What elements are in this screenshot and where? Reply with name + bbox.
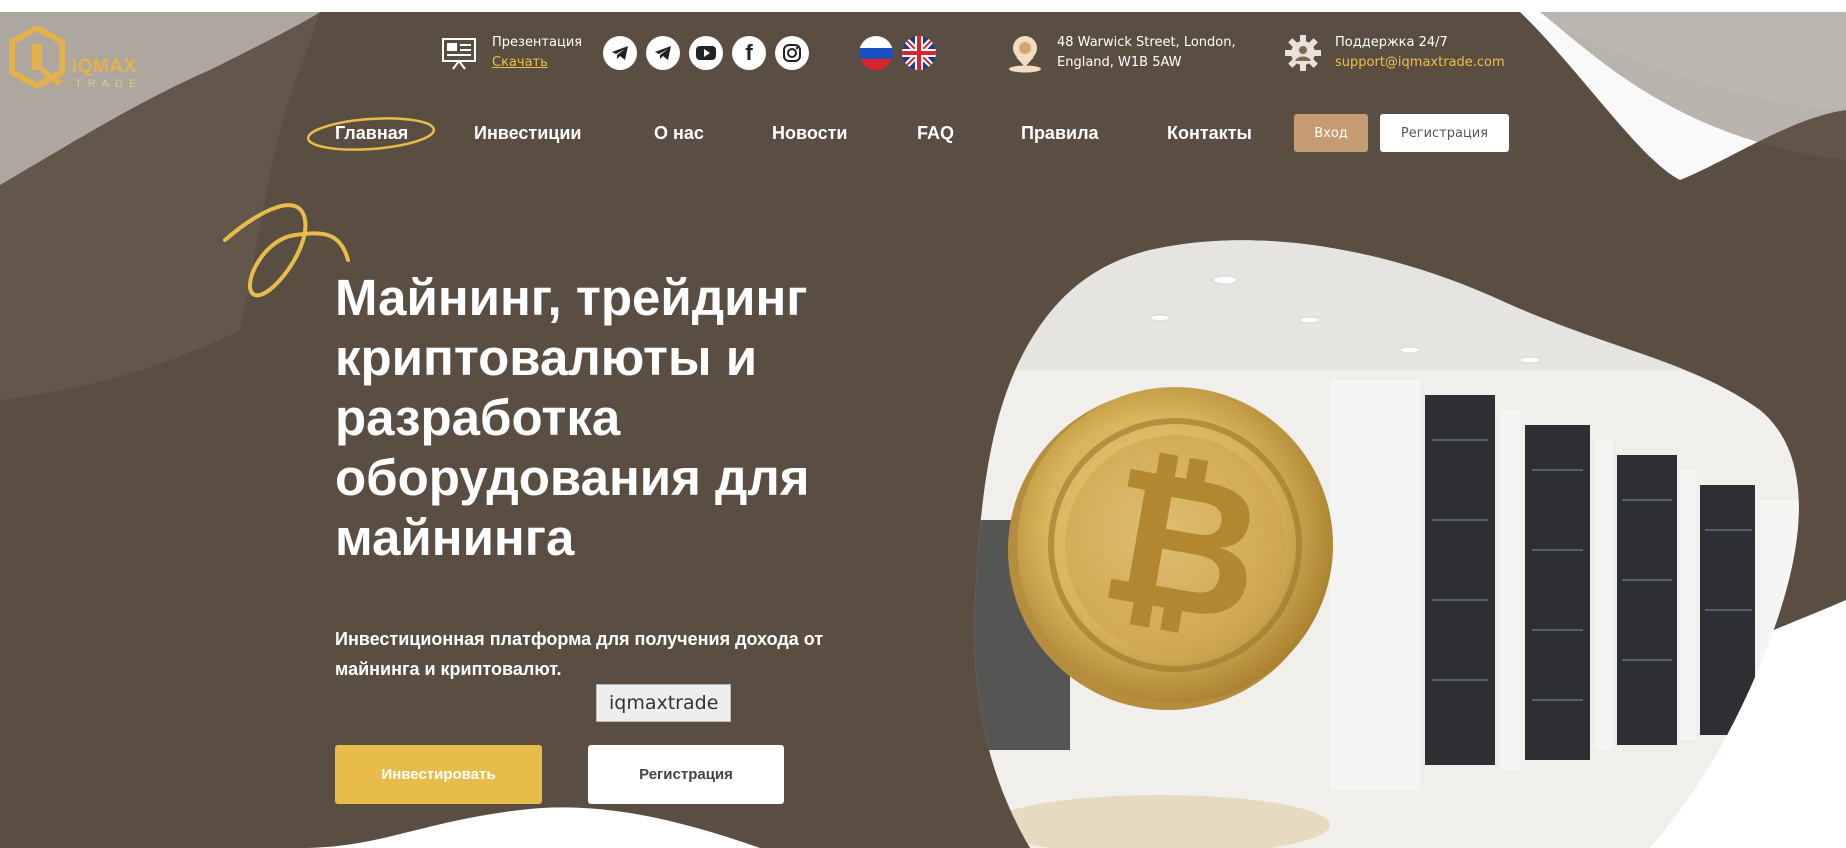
nav-home[interactable]: Главная — [335, 123, 408, 144]
instagram-icon[interactable] — [775, 36, 809, 70]
address-line-2: England, W1B 5AW — [1057, 55, 1182, 70]
uk-flag-icon[interactable] — [902, 36, 936, 70]
nav-faq[interactable]: FAQ — [917, 123, 954, 144]
iqmax-logo[interactable]: IQMAX TRADE — [8, 24, 158, 96]
register-button[interactable]: Регистрация — [588, 745, 784, 804]
youtube-icon[interactable] — [689, 36, 723, 70]
address-line-1: 48 Warwick Street, London, — [1057, 35, 1236, 50]
russia-flag-icon[interactable] — [859, 36, 893, 70]
nav-about[interactable]: О нас — [654, 123, 704, 144]
subtitle-line: майнинга и криптовалют. — [335, 659, 562, 679]
logo-subtext: TRADE — [75, 78, 143, 90]
headline-line: криптовалюты и — [335, 329, 758, 386]
logo-text: IQMAX — [72, 56, 137, 77]
location-pin-icon — [1009, 36, 1041, 73]
telegram-icon[interactable] — [646, 36, 680, 70]
register-top-button[interactable]: Регистрация — [1380, 114, 1509, 152]
nav-investments[interactable]: Инвестиции — [474, 123, 582, 144]
headline-line: оборудования для — [335, 449, 810, 506]
subtitle-line: Инвестиционная платформа для получения д… — [335, 629, 824, 649]
nav-rules[interactable]: Правила — [1021, 123, 1099, 144]
facebook-icon[interactable]: f — [732, 36, 766, 70]
support-gear-icon — [1285, 35, 1321, 71]
hero-headline: Майнинг, трейдинг криптовалюты и разрабо… — [335, 268, 895, 568]
telegram-icon[interactable] — [603, 36, 637, 70]
headline-line: Майнинг, трейдинг — [335, 269, 808, 326]
support-title: Поддержка 24/7 — [1335, 35, 1448, 50]
logo-mark-icon — [9, 24, 65, 90]
presentation-board-icon[interactable] — [441, 35, 477, 71]
headline-line: майнинга — [335, 509, 575, 566]
hover-tooltip: iqmaxtrade — [596, 684, 732, 722]
login-button[interactable]: Вход — [1294, 114, 1368, 152]
nav-contacts[interactable]: Контакты — [1167, 123, 1252, 144]
presentation-download-link[interactable]: Скачать — [492, 55, 548, 70]
nav-news[interactable]: Новости — [772, 123, 847, 144]
headline-line: разработка — [335, 389, 621, 446]
hero-subtitle: Инвестиционная платформа для получения д… — [335, 624, 895, 684]
support-email-link[interactable]: support@iqmaxtrade.com — [1335, 55, 1505, 70]
invest-button[interactable]: Инвестировать — [335, 745, 542, 804]
presentation-title: Презентация — [492, 35, 583, 50]
